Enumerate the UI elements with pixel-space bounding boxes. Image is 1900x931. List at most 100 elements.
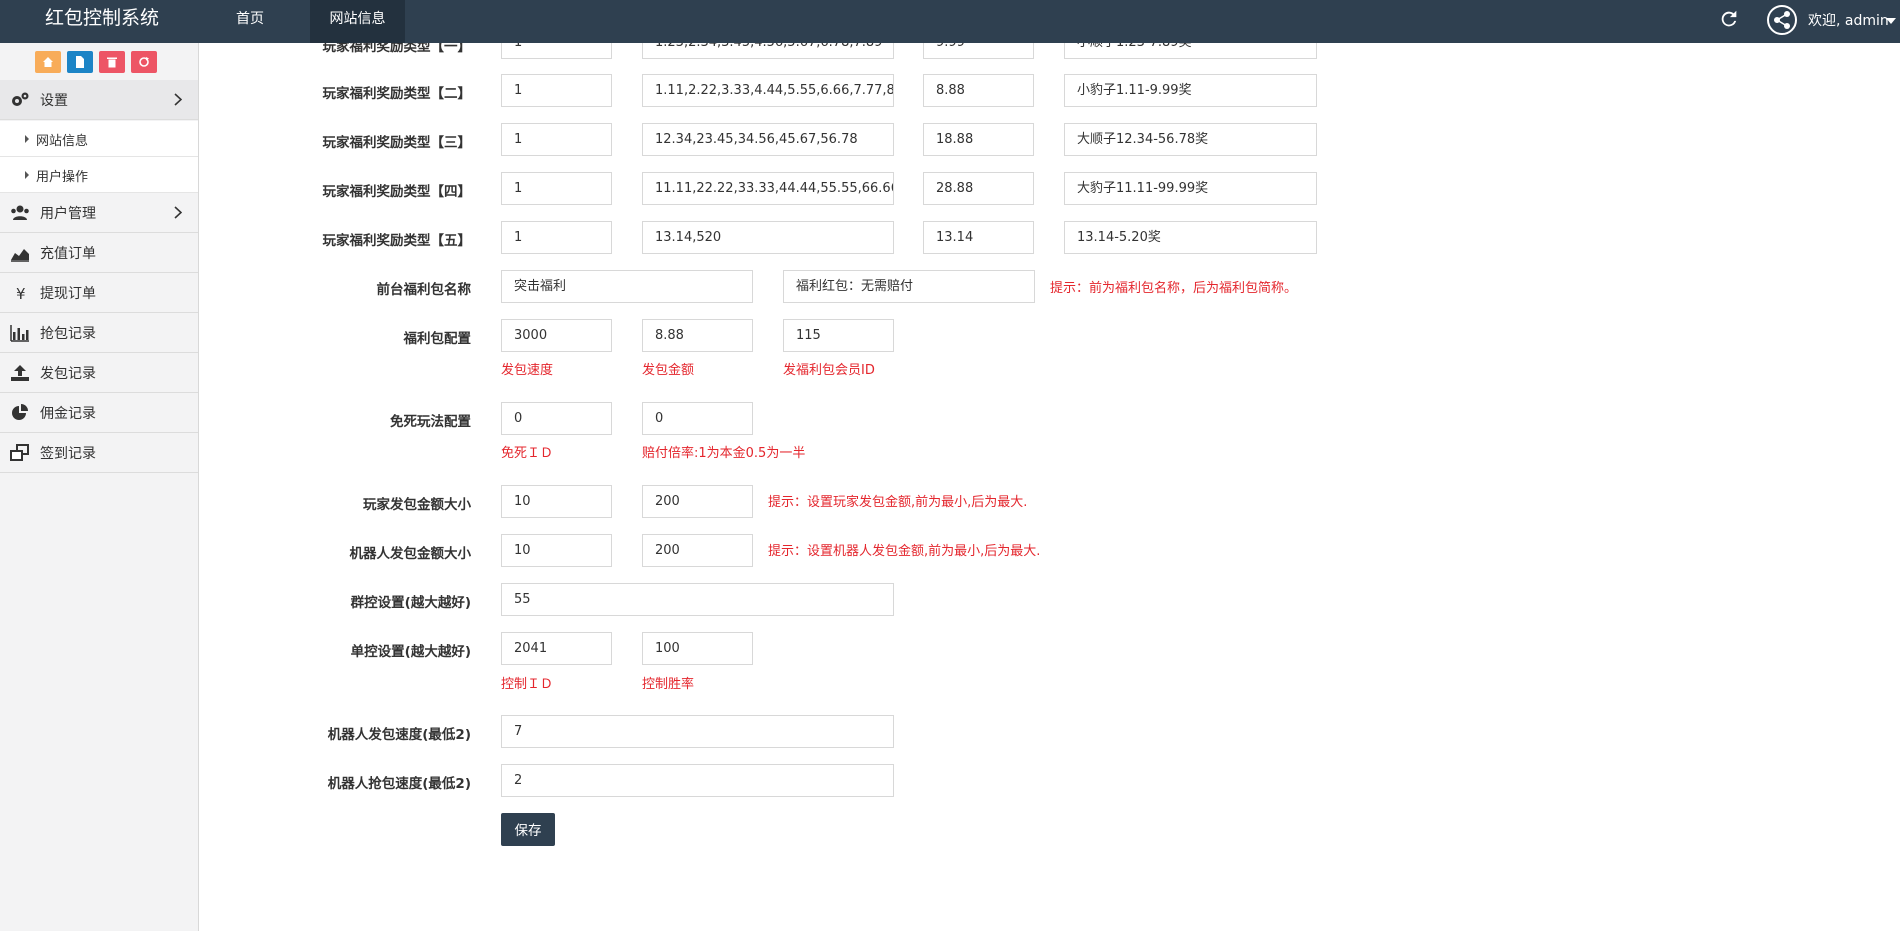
caret-down-icon[interactable] <box>1886 18 1896 24</box>
hint-text: 控制胜率 <box>642 677 695 692</box>
hint-text: 提示：设置机器人发包金额,前为最小,后为最大. <box>768 544 1041 559</box>
bonus-2-amount-input[interactable]: 8.88 <box>923 74 1034 107</box>
bonus-2-values-input[interactable]: 1.11,2.22,3.33,4.44,5.55,6.66,7.77,8 <box>642 74 894 107</box>
sidebar-item-recharge-orders[interactable]: 充值订单 <box>0 233 198 273</box>
field-label: 单控设置(越大越好) <box>350 644 471 660</box>
bar-chart-icon <box>10 325 29 342</box>
windows-clone-icon <box>10 444 29 461</box>
bonus-3-amount-input[interactable]: 18.88 <box>923 123 1034 156</box>
bonus-4-count-input[interactable]: 1 <box>501 172 612 205</box>
user-avatar-icon[interactable] <box>1767 5 1797 35</box>
sidebar-item-label: 设置 <box>40 93 68 109</box>
field-label: 机器人抢包速度(最低2) <box>327 776 471 792</box>
sidebar-item-user-management[interactable]: 用户管理 <box>0 193 198 233</box>
pack-speed-input[interactable]: 3000 <box>501 319 612 352</box>
robot-send-speed-input[interactable]: 7 <box>501 715 894 748</box>
sidebar: 设置 网站信息 用户操作 用户管理 充值订单 ¥ 提现订单 抢包记录 发包记录 … <box>0 43 199 931</box>
sidebar-item-label: 签到记录 <box>40 446 96 462</box>
save-button[interactable]: 保存 <box>501 813 555 846</box>
immunity-rate-input[interactable]: 0 <box>642 402 753 435</box>
robot-grab-speed-input[interactable]: 2 <box>501 764 894 797</box>
chevron-right-icon <box>174 93 182 106</box>
field-label: 福利包配置 <box>403 331 472 347</box>
app-brand: 红包控制系统 <box>45 7 160 29</box>
hint-text: 免死ＩＤ <box>501 446 554 461</box>
caret-right-icon <box>25 135 29 143</box>
sidebar-subitem-label: 网站信息 <box>36 134 89 149</box>
svg-text:¥: ¥ <box>16 285 26 302</box>
pack-amount-input[interactable]: 8.88 <box>642 319 753 352</box>
bonus-3-values-input[interactable]: 12.34,23.45,34.56,45.67,56.78 <box>642 123 894 156</box>
area-chart-icon <box>11 249 29 262</box>
pack-name-input[interactable]: 突击福利 <box>501 270 753 303</box>
nav-home-link[interactable]: 首页 <box>218 0 282 43</box>
field-label: 免死玩法配置 <box>390 414 471 430</box>
sidebar-subitem-site-info[interactable]: 网站信息 <box>0 121 198 157</box>
bonus-3-count-input[interactable]: 1 <box>501 123 612 156</box>
upload-icon <box>11 365 29 381</box>
bonus-5-amount-input[interactable]: 13.14 <box>923 221 1034 254</box>
bonus-3-desc-input[interactable]: 大顺子12.34-56.78奖 <box>1064 123 1317 156</box>
caret-right-icon <box>25 171 29 179</box>
hint-text: 控制ＩＤ <box>501 677 554 692</box>
chevron-right-icon <box>174 206 182 219</box>
hint-text: 赔付倍率:1为本金0.5为一半 <box>642 446 806 461</box>
field-label: 群控设置(越大越好) <box>350 595 471 611</box>
pack-short-name-input[interactable]: 福利红包：无需赔付 <box>783 270 1035 303</box>
robot-max-amount-input[interactable]: 200 <box>642 534 753 567</box>
top-navbar: 红包控制系统 首页 网站信息 欢迎, admin <box>0 0 1900 43</box>
field-label: 前台福利包名称 <box>376 282 472 298</box>
field-label: 玩家福利奖励类型【五】 <box>322 233 472 249</box>
home-icon[interactable] <box>35 51 61 73</box>
bonus-2-desc-input[interactable]: 小豹子1.11-9.99奖 <box>1064 74 1317 107</box>
robot-min-amount-input[interactable]: 10 <box>501 534 612 567</box>
refresh-icon[interactable] <box>1718 8 1740 30</box>
bonus-4-amount-input[interactable]: 28.88 <box>923 172 1034 205</box>
sidebar-item-withdraw-orders[interactable]: ¥ 提现订单 <box>0 273 198 313</box>
bonus-5-desc-input[interactable]: 13.14-5.20奖 <box>1064 221 1317 254</box>
share-nodes-icon <box>1774 11 1790 29</box>
single-control-id-input[interactable]: 2041 <box>501 632 612 665</box>
sidebar-item-grab-records[interactable]: 抢包记录 <box>0 313 198 353</box>
bonus-5-count-input[interactable]: 1 <box>501 221 612 254</box>
immunity-id-input[interactable]: 0 <box>501 402 612 435</box>
bonus-5-values-input[interactable]: 13.14,520 <box>642 221 894 254</box>
sidebar-item-checkin-records[interactable]: 签到记录 <box>0 433 198 473</box>
recycle-icon[interactable] <box>131 51 157 73</box>
field-label: 玩家发包金额大小 <box>363 497 471 513</box>
sidebar-item-label: 充值订单 <box>40 246 96 262</box>
pack-member-id-input[interactable]: 115 <box>783 319 894 352</box>
hint-text: 提示：前为福利包名称，后为福利包简称。 <box>1050 281 1298 296</box>
single-control-rate-input[interactable]: 100 <box>642 632 753 665</box>
player-max-amount-input[interactable]: 200 <box>642 485 753 518</box>
users-icon <box>11 205 29 220</box>
trash-icon[interactable] <box>99 51 125 73</box>
sidebar-item-label: 抢包记录 <box>40 326 96 342</box>
sidebar-item-label: 用户管理 <box>40 206 96 222</box>
field-label: 玩家福利奖励类型【四】 <box>322 184 472 200</box>
group-control-input[interactable]: 55 <box>501 583 894 616</box>
bonus-4-values-input[interactable]: 11.11,22.22,33.33,44.44,55.55,66.66 <box>642 172 894 205</box>
field-label: 玩家福利奖励类型【三】 <box>322 135 472 151</box>
field-label: 机器人发包金额大小 <box>349 546 472 562</box>
player-min-amount-input[interactable]: 10 <box>501 485 612 518</box>
gears-icon <box>12 92 29 106</box>
hint-text: 提示：设置玩家发包金额,前为最小,后为最大. <box>768 495 1028 510</box>
sidebar-item-label: 发包记录 <box>40 366 96 382</box>
sidebar-item-label: 佣金记录 <box>40 406 96 422</box>
document-icon[interactable] <box>67 51 93 73</box>
yen-icon: ¥ <box>16 285 26 302</box>
bonus-2-count-input[interactable]: 1 <box>501 74 612 107</box>
bonus-4-desc-input[interactable]: 大豹子11.11-99.99奖 <box>1064 172 1317 205</box>
sidebar-item-label: 提现订单 <box>40 286 96 302</box>
sidebar-item-commission-records[interactable]: 佣金记录 <box>0 393 198 433</box>
field-label: 玩家福利奖励类型【二】 <box>322 86 472 102</box>
sidebar-item-send-records[interactable]: 发包记录 <box>0 353 198 393</box>
field-label: 机器人发包速度(最低2) <box>327 727 471 743</box>
welcome-user[interactable]: 欢迎, admin <box>1808 10 1889 30</box>
nav-tab-site-info[interactable]: 网站信息 <box>310 0 405 43</box>
sidebar-subitem-user-ops[interactable]: 用户操作 <box>0 157 198 193</box>
hint-text: 发福利包会员ID <box>783 363 875 378</box>
hint-text: 发包速度 <box>501 363 554 378</box>
sidebar-item-settings[interactable]: 设置 <box>0 80 198 120</box>
